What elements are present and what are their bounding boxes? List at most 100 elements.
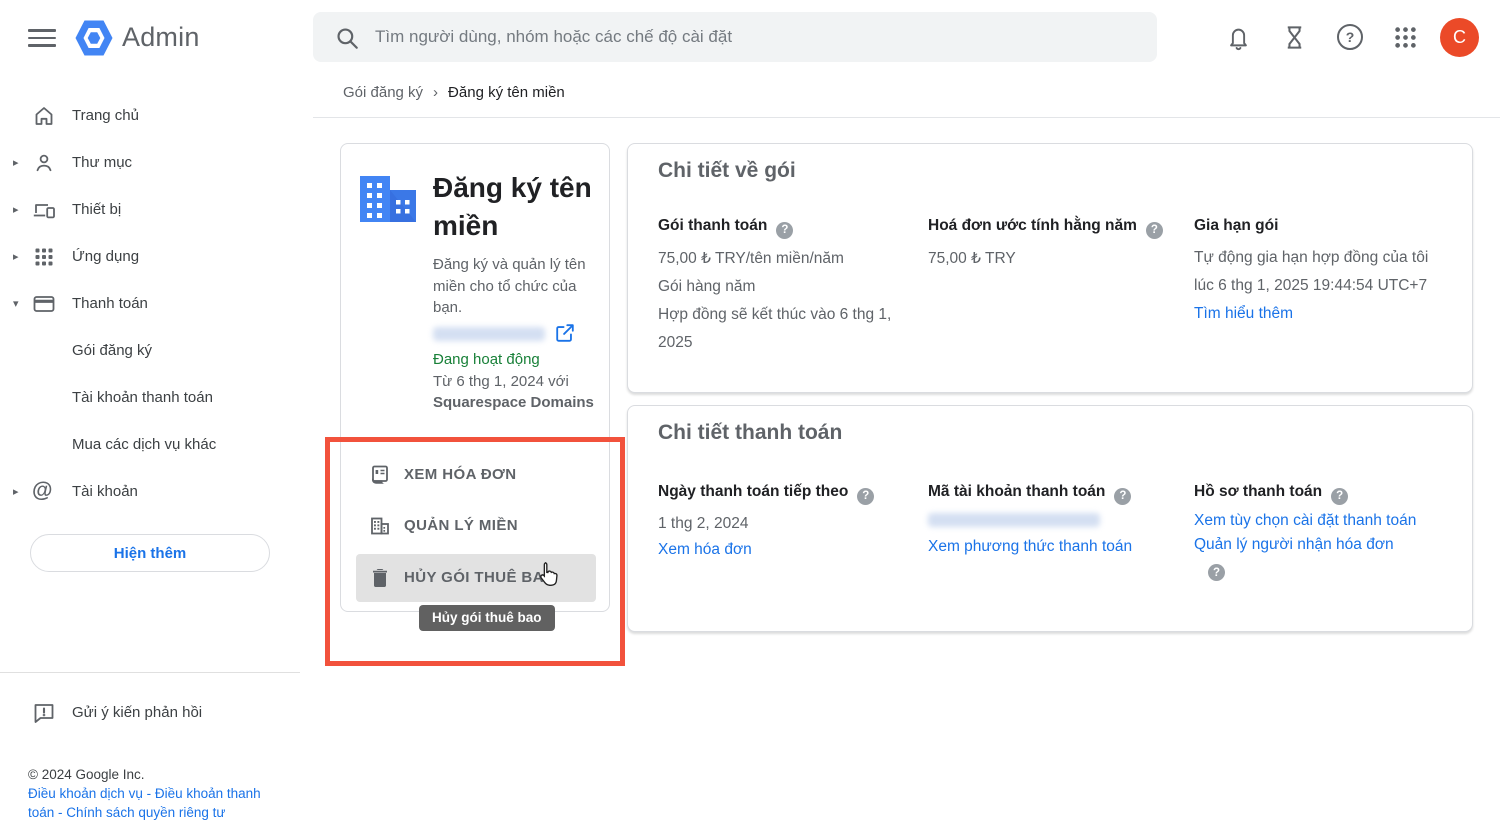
help-glyph: ? (1346, 29, 1355, 45)
credit-card-icon (32, 292, 56, 316)
sidebar-item-home[interactable]: Trang chủ (0, 93, 300, 140)
plan-type: Gói hàng năm (658, 273, 910, 301)
payment-details-panel: Chi tiết thanh toán Ngày thanh toán tiếp… (627, 405, 1473, 632)
help-glyph: ? (1336, 484, 1343, 508)
help-icon[interactable]: ? (776, 222, 793, 239)
action-label: QUẢN LÝ MIỀN (404, 517, 518, 534)
next-payment-date: 1 thg 2, 2024 (658, 511, 910, 537)
terms-of-service-link[interactable]: Điều khoản dịch vụ (28, 786, 143, 801)
chevron-right-icon[interactable]: ▸ (13, 485, 19, 498)
apps-grid-icon[interactable] (1392, 24, 1419, 51)
admin-logo-icon (74, 19, 114, 57)
help-icon[interactable]: ? (1337, 24, 1363, 50)
sidebar-item-buy-services[interactable]: Mua các dịch vụ khác (0, 422, 300, 469)
renewal-text: Tự động gia hạn hợp đồng của tôi lúc 6 t… (1194, 249, 1428, 294)
chevron-right-icon[interactable]: ▸ (13, 156, 19, 169)
payment-plan-column: Gói thanh toán? 75,00 ₺ TRY/tên miền/năm… (658, 214, 910, 357)
feedback-label: Gửi ý kiến phản hồi (72, 704, 202, 721)
view-invoice-button[interactable]: XEM HÓA ĐƠN (356, 452, 596, 498)
billing-profile-label: Hồ sơ thanh toán (1194, 483, 1322, 500)
admin-console: Admin ? C Trang chủ ▸ Thư mục (0, 0, 1500, 836)
estimated-bill-label: Hoá đơn ước tính hằng năm (928, 217, 1137, 234)
external-link-icon[interactable] (554, 322, 576, 344)
sidebar-item-subscriptions[interactable]: Gói đăng ký (0, 328, 300, 375)
sidebar-item-label: Thanh toán (72, 295, 148, 312)
breadcrumb-separator: › (433, 84, 438, 101)
cancel-subscription-button[interactable]: HỦY GÓI THUÊ BAO (356, 554, 596, 602)
renewal-label: Gia hạn gói (1194, 217, 1278, 234)
sidebar: Trang chủ ▸ Thư mục ▸ Thiết bị ▸ Ứng dụn… (0, 93, 300, 516)
card-description: Đăng ký và quản lý tên miền cho tổ chức … (433, 254, 601, 319)
show-more-button[interactable]: Hiện thêm (30, 534, 270, 572)
status-badge: Đang hoạt động (433, 351, 540, 368)
domain-registration-icon (359, 175, 417, 223)
devices-icon (32, 198, 56, 222)
tasks-hourglass-icon[interactable] (1281, 24, 1308, 51)
breadcrumb-parent[interactable]: Gói đăng ký (343, 84, 423, 101)
help-icon[interactable]: ? (1146, 222, 1163, 239)
sidebar-item-apps[interactable]: ▸ Ứng dụng (0, 234, 300, 281)
sidebar-item-label: Thiết bị (72, 201, 121, 218)
billing-account-label: Mã tài khoản thanh toán (928, 483, 1105, 500)
chevron-right-icon[interactable]: ▸ (13, 250, 19, 263)
domain-row (433, 324, 593, 344)
estimated-amount: 75,00 ₺ TRY (928, 245, 1176, 273)
search-input[interactable] (375, 12, 1135, 62)
chevron-down-icon[interactable]: ▾ (13, 297, 19, 310)
provider-name: Squarespace Domains (433, 394, 594, 411)
sidebar-item-label: Gói đăng ký (72, 342, 152, 359)
action-label: HỦY GÓI THUÊ BAO (404, 569, 556, 586)
sidebar-footer: © 2024 Google Inc. Điều khoản dịch vụ - … (28, 765, 290, 822)
help-icon[interactable]: ? (1331, 488, 1348, 505)
sidebar-item-directory[interactable]: ▸ Thư mục (0, 140, 300, 187)
invoice-icon (368, 463, 392, 487)
action-label: XEM HÓA ĐƠN (404, 466, 516, 483)
card-divider (341, 441, 609, 442)
sidebar-item-label: Tài khoản thanh toán (72, 389, 213, 406)
payment-settings-link[interactable]: Xem tùy chọn cài đặt thanh toán (1194, 512, 1416, 529)
product-name: Admin (122, 22, 200, 53)
help-icon[interactable]: ? (857, 488, 874, 505)
chevron-right-icon[interactable]: ▸ (13, 203, 19, 216)
view-payment-methods-link[interactable]: Xem phương thức thanh toán (928, 538, 1132, 555)
next-payment-label: Ngày thanh toán tiếp theo (658, 483, 848, 500)
payment-plan-label: Gói thanh toán (658, 217, 767, 234)
page-title: Đăng ký tên miền (448, 84, 565, 101)
redacted-account-id (928, 513, 1100, 527)
menu-icon[interactable] (28, 29, 56, 47)
sidebar-item-billing-accounts[interactable]: Tài khoản thanh toán (0, 375, 300, 422)
sidebar-item-devices[interactable]: ▸ Thiết bị (0, 187, 300, 234)
home-icon (32, 104, 56, 128)
manage-invoice-recipients-link[interactable]: Quản lý người nhận hóa đơn (1194, 536, 1394, 553)
sidebar-item-billing[interactable]: ▾ Thanh toán (0, 281, 300, 328)
footer-links: Điều khoản dịch vụ - Điều khoản thanh to… (28, 784, 290, 822)
learn-more-link[interactable]: Tìm hiểu thêm (1194, 305, 1293, 322)
help-icon[interactable]: ? (1208, 564, 1225, 581)
billing-profile-column: Hồ sơ thanh toán? Xem tùy chọn cài đặt t… (1194, 480, 1450, 581)
search-icon (334, 25, 360, 51)
help-glyph: ? (781, 218, 788, 242)
sidebar-item-label: Ứng dụng (72, 248, 139, 265)
help-icon[interactable]: ? (1114, 488, 1131, 505)
help-glyph: ? (1213, 561, 1220, 585)
breadcrumb: Gói đăng ký › Đăng ký tên miền (343, 84, 565, 101)
help-glyph: ? (862, 484, 869, 508)
link-separator: - (143, 786, 155, 801)
person-icon (32, 151, 56, 175)
plan-price: 75,00 ₺ TRY/tên miền/năm (658, 245, 910, 273)
privacy-policy-link[interactable]: Chính sách quyền riêng tư (66, 805, 225, 820)
sidebar-item-account[interactable]: ▸ @ Tài khoản (0, 469, 300, 516)
view-invoice-link[interactable]: Xem hóa đơn (658, 541, 752, 558)
active-since: Từ 6 thg 1, 2024 với (433, 373, 569, 390)
notifications-bell-icon[interactable] (1225, 24, 1252, 51)
sidebar-item-label: Mua các dịch vụ khác (72, 436, 216, 453)
manage-domains-button[interactable]: QUẢN LÝ MIỀN (356, 503, 596, 549)
link-separator: - (54, 805, 66, 820)
sidebar-item-label: Tài khoản (72, 483, 138, 500)
card-title: Đăng ký tên miền (433, 169, 595, 245)
avatar-letter: C (1453, 27, 1466, 48)
avatar[interactable]: C (1440, 18, 1479, 57)
plan-details-panel: Chi tiết về gói Gói thanh toán? 75,00 ₺ … (627, 143, 1473, 393)
send-feedback-button[interactable]: Gửi ý kiến phản hồi (0, 692, 300, 734)
help-glyph: ? (1151, 218, 1158, 242)
